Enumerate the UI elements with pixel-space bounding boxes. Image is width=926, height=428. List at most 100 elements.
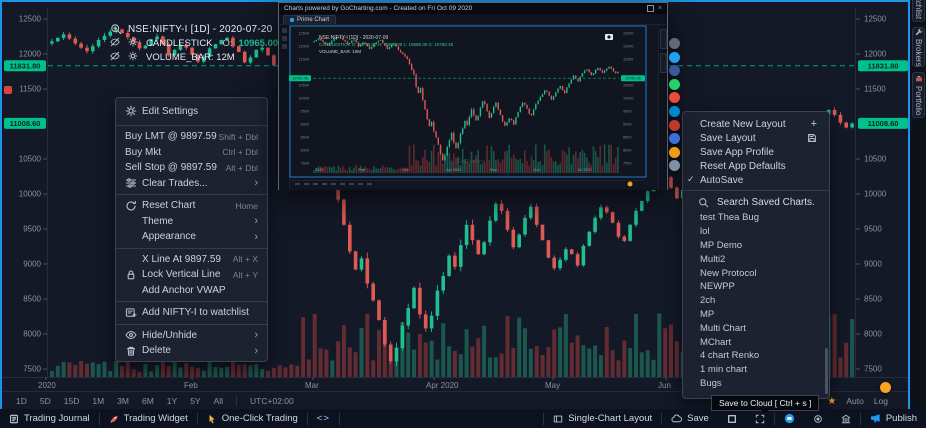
share-icon-7[interactable] [669, 133, 680, 144]
share-icon-0[interactable] [669, 38, 680, 49]
mini-volume-study: VOLUME_BAR: 10M [319, 49, 361, 54]
symbol-search-icon[interactable] [110, 23, 122, 35]
svg-text:10760.45: 10760.45 [292, 77, 308, 81]
hide-study-icon[interactable] [110, 37, 122, 49]
saved-chart-item[interactable]: lol [683, 225, 829, 239]
popup-tab-prime-chart[interactable]: Prime Chart [283, 15, 336, 24]
timeframe-1m[interactable]: 1M [92, 396, 104, 406]
tab-portfolio[interactable]: Portfolio [912, 72, 925, 118]
timeframe-1d[interactable]: 1D [16, 396, 27, 406]
menu-item-x-line[interactable]: X Line At 9897.59 Alt + X [116, 252, 267, 268]
one-click-trading-button[interactable]: One-Click Trading [198, 409, 307, 428]
menu-item-hide-unhide[interactable]: Hide/Unhide › [116, 328, 267, 344]
svg-text:10000: 10000 [864, 190, 887, 199]
scrollbar-thumb[interactable] [825, 348, 828, 394]
publish-button[interactable]: Publish [861, 409, 926, 428]
menu-item-reset-chart[interactable]: Reset Chart Home [116, 198, 267, 214]
saved-chart-item[interactable]: NEWPP [683, 280, 829, 294]
menu-item-buy-mkt[interactable]: Buy Mkt Ctrl + Dbl [116, 145, 267, 161]
saved-chart-item[interactable]: 4 chart Renko [683, 349, 829, 363]
menu-item-label: Theme [142, 216, 173, 227]
share-icon-5[interactable] [669, 106, 680, 117]
svg-text:May: May [490, 168, 497, 172]
log-scale-toggle[interactable]: Log [874, 396, 888, 406]
svg-text:Jun: Jun [534, 168, 540, 172]
menu-item-reset-app-defaults[interactable]: Reset App Defaults [683, 159, 829, 173]
saved-chart-item[interactable]: MP [683, 308, 829, 322]
saved-chart-item[interactable]: MP Demo [683, 239, 829, 253]
timezone-selector[interactable]: UTC+02:00 [250, 396, 294, 406]
trading-widget-button[interactable]: Trading Widget [100, 409, 197, 428]
code-widget-button[interactable]: <> [308, 409, 339, 428]
saved-chart-item[interactable]: 2ch [683, 294, 829, 308]
search-saved-charts-input[interactable]: Search Saved Charts. [683, 194, 829, 211]
svg-text:Mar: Mar [305, 381, 319, 390]
floppy-save-icon [807, 133, 817, 143]
timeframe-5d[interactable]: 5D [40, 396, 51, 406]
menu-item-save-app-profile[interactable]: Save App Profile [683, 145, 829, 159]
saved-chart-item[interactable]: test Thea Bug [683, 211, 829, 225]
popup-titlebar: Charts powered by GoCharting.com - Creat… [279, 3, 667, 14]
svg-text:9500: 9500 [23, 225, 41, 234]
saved-chart-item[interactable]: Multi Chart [683, 321, 829, 335]
share-icon-2[interactable] [669, 65, 680, 76]
divider [116, 125, 267, 126]
menu-item-autosave[interactable]: ✓ AutoSave [683, 173, 829, 187]
single-chart-layout-button[interactable]: Single-Chart Layout [544, 409, 661, 428]
timeframe-15d[interactable]: 15D [64, 396, 80, 406]
auto-scale-toggle[interactable]: Auto [846, 396, 864, 406]
menu-item-clear-trades[interactable]: Clear Trades... › [116, 176, 267, 192]
menu-item-create-new-layout[interactable]: Create New Layout + [683, 117, 829, 131]
popup-expand-icon[interactable] [647, 5, 654, 12]
chevron-right-icon: › [254, 232, 258, 242]
timeframe-3m[interactable]: 3M [117, 396, 129, 406]
hide-volume-icon[interactable] [110, 51, 122, 63]
saved-chart-item[interactable]: New Protocol [683, 266, 829, 280]
menu-item-theme[interactable]: Theme › [116, 214, 267, 230]
menu-item-add-anchor-vwap[interactable]: Add Anchor VWAP [116, 283, 267, 299]
tab-watchlist[interactable]: Watchlist [912, 0, 925, 22]
exchange-button[interactable] [832, 409, 860, 428]
volume-settings-gear-icon[interactable] [128, 51, 140, 63]
record-button[interactable] [804, 409, 832, 428]
trading-journal-button[interactable]: Trading Journal [0, 409, 99, 428]
menu-item-appearance[interactable]: Appearance › [116, 229, 267, 245]
saved-chart-item[interactable]: 1 min chart [683, 363, 829, 377]
bottom-bar: Trading Journal Trading Widget One-Click… [0, 409, 926, 428]
share-icon-1[interactable] [669, 52, 680, 63]
select-region-button[interactable] [718, 409, 746, 428]
share-icon-4[interactable] [669, 92, 680, 103]
menu-item-lock-vertical-line[interactable]: Lock Vertical Line Alt + Y [116, 267, 267, 283]
tab-brokers[interactable]: Brokers [912, 27, 925, 67]
timeframe-5y[interactable]: 5Y [190, 396, 200, 406]
svg-text:8000: 8000 [623, 148, 631, 152]
mini-symbol: NSE:NIFTY-I [1D] - 2020-07-09 [319, 35, 389, 41]
timeframe-1y[interactable]: 1Y [167, 396, 177, 406]
floating-action-dot[interactable] [880, 382, 891, 393]
menu-item-sell-stop[interactable]: Sell Stop @ 9897.59 Alt + Dbl [116, 160, 267, 176]
timeframe-all[interactable]: All [214, 396, 223, 406]
menu-item-edit-settings[interactable]: Edit Settings [116, 100, 267, 122]
watermark: GoCharting [457, 159, 485, 165]
popup-close-icon[interactable]: × [658, 5, 662, 12]
share-icon-9[interactable] [669, 160, 680, 171]
screenshot-button[interactable] [775, 409, 804, 428]
menu-item-delete[interactable]: Delete › [116, 343, 267, 359]
study-settings-gear-icon[interactable] [128, 37, 140, 49]
share-icon-6[interactable] [669, 120, 680, 131]
alert-icon[interactable] [4, 86, 12, 94]
menu-item-label: Save App Profile [700, 147, 774, 158]
share-icon-8[interactable] [669, 147, 680, 158]
saved-chart-item[interactable]: Multi2 [683, 252, 829, 266]
share-icon-3[interactable] [669, 79, 680, 90]
saved-chart-item[interactable]: MChart [683, 335, 829, 349]
menu-item-label: Buy Mkt [125, 147, 161, 158]
menu-item-add-to-watchlist[interactable]: Add NIFTY-I to watchlist [116, 305, 267, 321]
save-button[interactable]: Save [662, 409, 718, 428]
menu-item-buy-lmt[interactable]: Buy LMT @ 9897.59 Shift + Dbl [116, 129, 267, 145]
svg-text:12500: 12500 [864, 15, 887, 24]
saved-chart-item[interactable]: Bugs [683, 377, 829, 391]
timeframe-6m[interactable]: 6M [142, 396, 154, 406]
menu-item-save-layout[interactable]: Save Layout [683, 131, 829, 145]
fullscreen-button[interactable] [746, 409, 774, 428]
